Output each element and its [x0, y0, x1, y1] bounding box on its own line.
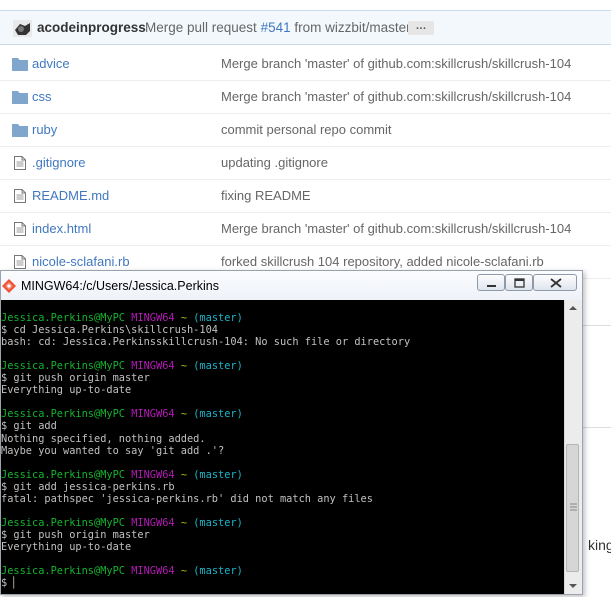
file-row[interactable]: advice Merge branch 'master' of github.co…	[0, 48, 611, 81]
commit-message-link[interactable]: Merge branch 'master' of github.com:skil…	[221, 56, 571, 71]
file-icon	[12, 222, 28, 236]
prompt-env: MINGW64	[131, 360, 175, 373]
commit-message-link[interactable]: Merge branch 'master' of github.com:skil…	[221, 221, 571, 236]
divider	[583, 427, 611, 428]
file-name-link[interactable]: css	[32, 89, 52, 104]
commit-message-link[interactable]: commit personal repo commit	[221, 122, 392, 137]
file-row[interactable]: .gitignore updating .gitignore	[0, 147, 611, 180]
prompt-branch: (master)	[193, 468, 243, 481]
commit-message-link[interactable]: fixing README	[221, 188, 311, 203]
window-titlebar[interactable]: MINGW64:/c/Users/Jessica.Perkins	[1, 271, 582, 300]
scroll-down-arrow-icon[interactable]	[565, 578, 581, 594]
minimize-button[interactable]	[477, 274, 505, 291]
prompt-line: Jessica.Perkins@MyPC MINGW64 ~ (master)	[1, 312, 243, 324]
prompt-env: MINGW64	[131, 312, 175, 324]
command-line: $ cd Jessica.Perkins\skillcrush-104	[1, 324, 218, 337]
commit-message-suffix: from wizzbit/master	[290, 20, 411, 35]
command-line: $ git add	[1, 420, 57, 433]
prompt-line: Jessica.Perkins@MyPC MINGW64 ~ (master)	[1, 517, 243, 529]
file-name-link[interactable]: .gitignore	[32, 155, 85, 170]
prompt-branch: (master)	[193, 408, 243, 421]
prompt-branch: (master)	[193, 360, 243, 373]
file-row[interactable]: README.md fixing README	[0, 180, 611, 213]
file-name-link[interactable]: nicole-sclafani.rb	[32, 254, 130, 269]
prompt-path: ~	[180, 408, 188, 421]
file-name-link[interactable]: ruby	[32, 122, 57, 137]
commit-message[interactable]: Merge pull request #541 from wizzbit/mas…	[145, 20, 411, 35]
prompt-branch: (master)	[193, 312, 243, 324]
commit-message-link[interactable]: Merge branch 'master' of github.com:skil…	[221, 89, 571, 104]
prompt-branch: (master)	[193, 516, 243, 529]
folder-icon	[12, 90, 28, 104]
prompt-line: Jessica.Perkins@MyPC MINGW64 ~ (master)	[1, 565, 243, 577]
partially-hidden-text: king	[588, 537, 611, 553]
prompt-user: Jessica.Perkins@MyPC	[1, 360, 125, 373]
file-icon	[12, 189, 28, 203]
text-cursor: ▏	[13, 577, 20, 590]
file-row[interactable]: ruby commit personal repo commit	[0, 114, 611, 147]
prompt-branch: (master)	[193, 565, 243, 578]
command-line: $ git add jessica-perkins.rb	[1, 480, 175, 493]
maximize-button[interactable]	[505, 274, 533, 291]
author-avatar[interactable]	[13, 20, 32, 37]
output-line: bash: cd: Jessica.Perkinsskillcrush-104:…	[1, 336, 411, 349]
prompt-env: MINGW64	[131, 565, 175, 578]
terminal-output[interactable]: Jessica.Perkins@MyPC MINGW64 ~ (master) $…	[1, 300, 564, 594]
expand-commit-message-button[interactable]: …	[408, 21, 434, 35]
scroll-up-arrow-icon[interactable]	[565, 300, 581, 316]
output-line: Nothing specified, nothing added.	[1, 432, 206, 445]
prompt-user: Jessica.Perkins@MyPC	[1, 408, 125, 421]
minimize-icon	[487, 285, 496, 287]
grip-icon	[570, 503, 577, 511]
mingw64-terminal-window[interactable]: MINGW64:/c/Users/Jessica.Perkins Jessica…	[0, 270, 583, 595]
prompt-path: ~	[180, 565, 188, 578]
prompt-env: MINGW64	[131, 516, 175, 529]
terminal-scrollbar[interactable]	[564, 300, 581, 594]
prompt-line: Jessica.Perkins@MyPC MINGW64 ~ (master)	[1, 360, 243, 372]
prompt-env: MINGW64	[131, 468, 175, 481]
prompt-user: Jessica.Perkins@MyPC	[1, 565, 125, 578]
prompt-path: ~	[180, 516, 188, 529]
pull-request-link[interactable]: #541	[261, 20, 291, 35]
output-line: Everything up-to-date	[1, 384, 132, 397]
current-input-line: $ ▏	[1, 577, 20, 589]
file-row[interactable]: css Merge branch 'master' of github.com:s…	[0, 81, 611, 114]
prompt-line: Jessica.Perkins@MyPC MINGW64 ~ (master)	[1, 408, 243, 420]
prompt-path: ~	[180, 312, 188, 324]
shell-prompt-symbol: $	[1, 577, 14, 590]
output-line: Everything up-to-date	[1, 540, 132, 553]
folder-icon	[12, 57, 28, 71]
prompt-user: Jessica.Perkins@MyPC	[1, 516, 125, 529]
prompt-env: MINGW64	[131, 408, 175, 421]
folder-icon	[12, 123, 28, 137]
close-button[interactable]	[533, 274, 577, 291]
prompt-user: Jessica.Perkins@MyPC	[1, 468, 125, 481]
output-line: Maybe you wanted to say 'git add .'?	[1, 444, 225, 457]
file-row[interactable]: index.html Merge branch 'master' of githu…	[0, 213, 611, 246]
scrollbar-thumb[interactable]	[566, 444, 579, 572]
divider	[583, 325, 611, 326]
file-icon	[12, 255, 28, 269]
latest-commit-bar: acodeinprogress Merge pull request #541 …	[0, 10, 611, 45]
commit-message-link[interactable]: forked skillcrush 104 repository, added …	[221, 254, 544, 269]
command-line: $ git push origin master	[1, 372, 150, 385]
output-line: fatal: pathspec 'jessica-perkins.rb' did…	[1, 492, 373, 505]
window-title: MINGW64:/c/Users/Jessica.Perkins	[21, 279, 219, 293]
prompt-path: ~	[180, 468, 188, 481]
prompt-line: Jessica.Perkins@MyPC MINGW64 ~ (master)	[1, 469, 243, 481]
git-bash-icon	[2, 279, 16, 293]
commit-author-link[interactable]: acodeinprogress	[37, 20, 146, 35]
maximize-icon	[514, 278, 525, 288]
file-name-link[interactable]: index.html	[32, 221, 91, 236]
commit-message-prefix: Merge pull request	[145, 20, 261, 35]
file-icon	[12, 156, 28, 170]
commit-message-link[interactable]: updating .gitignore	[221, 155, 328, 170]
command-line: $ git push origin master	[1, 528, 150, 541]
file-name-link[interactable]: README.md	[32, 188, 109, 203]
prompt-user: Jessica.Perkins@MyPC	[1, 312, 125, 324]
close-icon	[550, 278, 562, 288]
file-name-link[interactable]: advice	[32, 56, 70, 71]
prompt-path: ~	[180, 360, 188, 373]
